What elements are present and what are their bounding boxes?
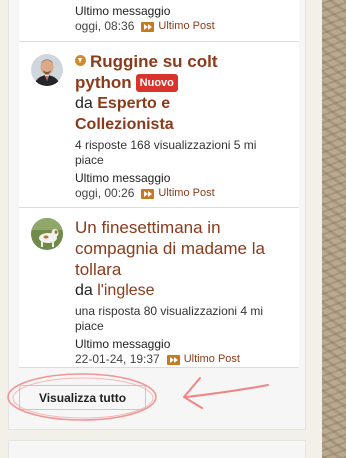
next-panel	[8, 440, 306, 458]
last-post-icon	[141, 188, 155, 199]
topic-stats: 4 risposte 168 visualizzazioni 5 mi piace	[75, 138, 257, 167]
topic-stats: una risposta 80 visualizzazioni 4 mi piac…	[75, 304, 264, 333]
last-message-time: oggi, 00:26	[75, 186, 135, 200]
topic-content: Ultimo messaggio oggi, 08:36 Ultimo Post	[75, 4, 295, 34]
topic-author-line: da Esperto e Collezionista	[75, 93, 295, 135]
topic-title[interactable]: Ruggine su colt python Nuovo	[75, 51, 295, 93]
last-message-line: 22-01-24, 19:37 Ultimo Post	[75, 352, 295, 367]
last-message-time: 22-01-24, 19:37	[75, 352, 160, 366]
view-all-button[interactable]: Visualizza tutto	[19, 385, 146, 410]
last-post-icon	[141, 21, 155, 32]
featured-icon	[75, 55, 86, 66]
topic-card-previous: Ultimo messaggio oggi, 08:36 Ultimo Post	[19, 0, 299, 42]
topic-content: Ruggine su colt python Nuovo da Esperto e…	[75, 51, 295, 201]
last-message-line: oggi, 00:26 Ultimo Post	[75, 186, 295, 201]
last-message-time: oggi, 08:36	[75, 19, 135, 33]
user-avatar[interactable]	[31, 218, 63, 250]
by-prefix: da	[75, 95, 93, 112]
topic-card: Ruggine su colt python Nuovo da Esperto e…	[19, 42, 299, 208]
page-gutter	[306, 0, 322, 458]
new-badge: Nuovo	[135, 74, 178, 92]
last-message-label: Ultimo messaggio	[75, 171, 171, 185]
topic-content: Un finesettimana in compagnia di madame …	[75, 217, 295, 367]
last-message-line: oggi, 08:36 Ultimo Post	[75, 19, 295, 34]
latest-topics-panel: Ultimo messaggio oggi, 08:36 Ultimo Post	[8, 0, 306, 430]
topic-title[interactable]: Un finesettimana in compagnia di madame …	[75, 217, 295, 280]
by-prefix: da	[75, 282, 93, 299]
author-link[interactable]: l'inglese	[97, 282, 154, 299]
topic-author-line: da l'inglese	[75, 280, 295, 301]
user-avatar[interactable]	[31, 54, 63, 86]
last-post-icon	[166, 354, 180, 365]
last-post-link[interactable]: Ultimo Post	[158, 186, 214, 201]
background-texture	[322, 0, 346, 458]
last-message-label: Ultimo messaggio	[75, 337, 171, 351]
topic-card: Un finesettimana in compagnia di madame …	[19, 208, 299, 368]
last-message-label: Ultimo messaggio	[75, 4, 171, 18]
last-post-link[interactable]: Ultimo Post	[184, 352, 240, 367]
last-post-link[interactable]: Ultimo Post	[158, 19, 214, 34]
